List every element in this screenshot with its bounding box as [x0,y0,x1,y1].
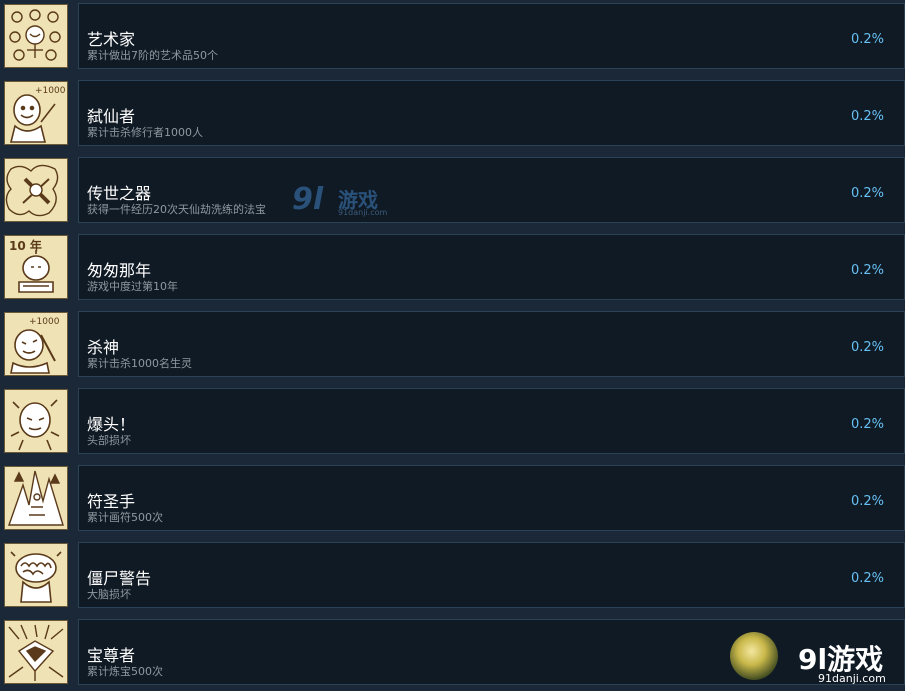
watermark-url: 91danji.com [338,208,388,217]
achievement-description: 大脑损坏 [87,588,131,601]
headshot-icon [4,389,68,453]
achievement-percent: 0.2% [850,109,884,124]
achievement-panel: 弑仙者 累计击杀修行者1000人 0.2% [78,80,905,146]
achievement-percent: 0.2% [850,263,884,278]
achievement-percent: 0.2% [850,494,884,509]
achievement-row[interactable]: 艺术家 累计做出7阶的艺术品50个 0.2% [0,3,905,69]
achievement-percent: 0.2% [850,571,884,586]
achievement-percent: 0.2% [850,32,884,47]
legendary-artifact-icon [4,158,68,222]
achievement-panel: 符圣手 累计画符500次 0.2% [78,465,905,531]
achievement-row[interactable]: 符圣手 累计画符500次 0.2% [0,465,905,531]
achievement-percent: 0.2% [850,340,884,355]
achievement-row[interactable]: +1000 杀神 累计击杀1000名生灵 0.2% [0,311,905,377]
achievement-row[interactable]: 僵尸警告 大脑损坏 0.2% [0,542,905,608]
achievement-panel: 杀神 累计击杀1000名生灵 0.2% [78,311,905,377]
achievement-description: 获得一件经历20次天仙劫洗练的法宝 [87,203,266,216]
achievement-description: 累计做出7阶的艺术品50个 [87,49,218,62]
artist-icon [4,4,68,68]
site-logo-icon [730,632,778,680]
god-of-slaughter-icon: +1000 [4,312,68,376]
achievement-description: 头部损坏 [87,434,131,447]
achievement-description: 累计击杀1000名生灵 [87,357,192,370]
corner-watermark: 9l游戏 91danji.com [726,632,905,691]
achievement-description: 游戏中度过第10年 [87,280,178,293]
icon-counter-text: +1000 [29,317,60,327]
achievement-panel: 匆匆那年 游戏中度过第10年 0.2% [78,234,905,300]
watermark-number: 9l [292,182,324,217]
achievement-row[interactable]: 传世之器 获得一件经历20次天仙劫洗练的法宝 0.2% [0,157,905,223]
achievement-description: 累计炼宝500次 [87,665,163,678]
zombie-warning-icon [4,543,68,607]
achievement-percent: 0.2% [850,186,884,201]
achievement-description: 累计画符500次 [87,511,163,524]
treasure-lord-icon [4,620,68,684]
achievement-row[interactable]: 10 年 匆匆那年 游戏中度过第10年 0.2% [0,234,905,300]
ten-years-icon: 10 年 [4,235,68,299]
achievement-panel: 传世之器 获得一件经历20次天仙劫洗练的法宝 0.2% [78,157,905,223]
icon-year-text: 10 年 [9,238,42,253]
talisman-master-icon [4,466,68,530]
achievement-row[interactable]: +1000 弑仙者 累计击杀修行者1000人 0.2% [0,80,905,146]
site-watermark: 9l 游戏 91danji.com [292,182,392,220]
achievement-description: 累计击杀修行者1000人 [87,126,203,139]
achievement-row[interactable]: 爆头！ 头部损坏 0.2% [0,388,905,454]
icon-counter-text: +1000 [35,86,66,96]
achievement-panel: 爆头！ 头部损坏 0.2% [78,388,905,454]
achievement-percent: 0.2% [850,417,884,432]
achievement-panel: 僵尸警告 大脑损坏 0.2% [78,542,905,608]
watermark-url: 91danji.com [818,672,886,685]
immortal-slayer-icon: +1000 [4,81,68,145]
achievement-panel: 艺术家 累计做出7阶的艺术品50个 0.2% [78,3,905,69]
